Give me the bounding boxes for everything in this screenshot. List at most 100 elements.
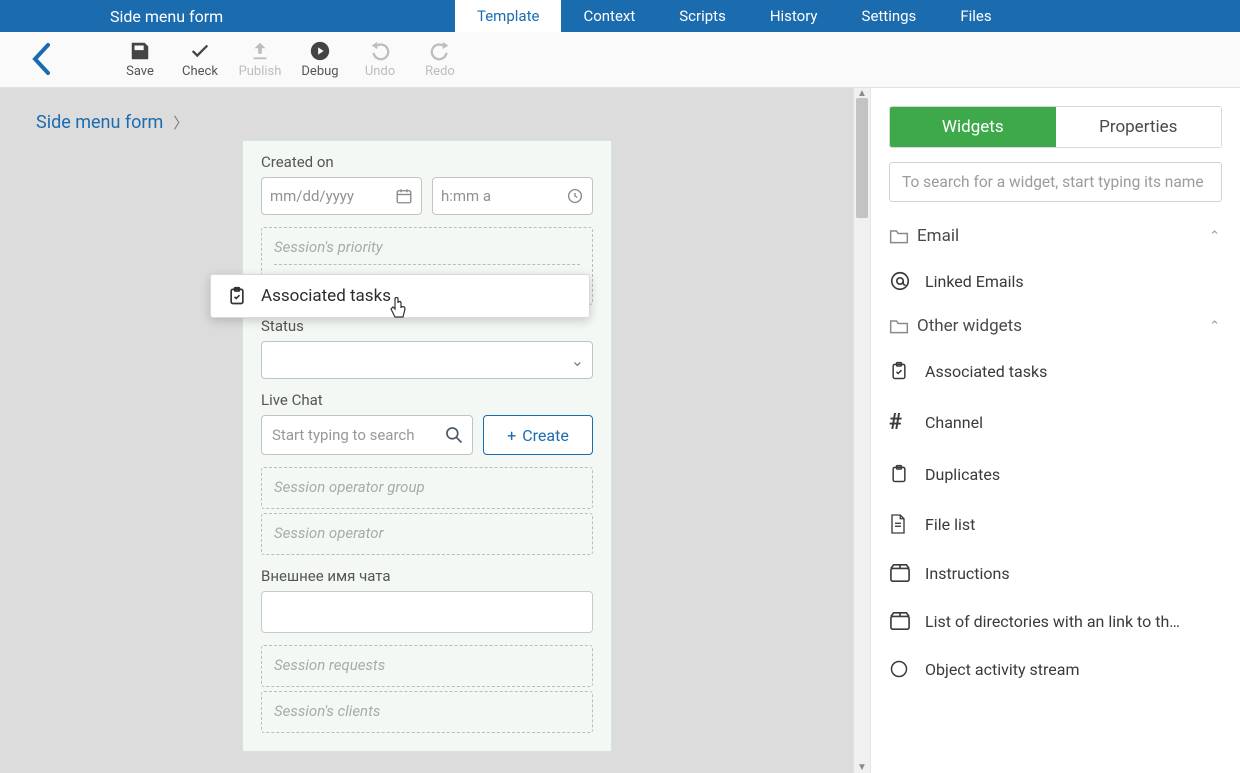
clients-placeholder[interactable]: Session's clients (261, 691, 593, 733)
calendar-icon (395, 187, 413, 205)
tool-label: Undo (365, 64, 395, 79)
date-placeholder: mm/dd/yyyy (270, 187, 354, 205)
at-icon (889, 270, 925, 292)
create-button[interactable]: + Create (483, 415, 593, 455)
generic-icon (889, 659, 925, 679)
redo-icon (429, 40, 451, 62)
canvas-scrollbar[interactable]: ▲ ▼ (853, 88, 870, 773)
group-label: Other widgets (917, 316, 1022, 336)
tool-label: Save (126, 64, 154, 79)
redo-button: Redo (410, 32, 470, 88)
chevron-up-icon: ⌃ (1209, 229, 1220, 244)
widget-directories-link[interactable]: List of directories with an link to th… (871, 597, 1240, 645)
widget-label: Channel (925, 413, 1222, 432)
file-icon (889, 513, 925, 535)
clipboard-icon (227, 285, 247, 307)
check-icon (189, 40, 211, 62)
pointer-cursor-icon (388, 297, 408, 321)
time-placeholder: h:mm a (441, 187, 491, 205)
date-input[interactable]: mm/dd/yyyy (261, 177, 422, 215)
tab-template[interactable]: Template (455, 0, 561, 32)
top-nav: Side menu form Template Context Scripts … (0, 0, 1240, 32)
tab-history[interactable]: History (748, 0, 840, 32)
tool-label: Redo (425, 64, 455, 79)
created-on-label: Created on (261, 153, 593, 171)
play-icon (309, 40, 331, 62)
folder-icon (889, 317, 917, 335)
package-icon (889, 563, 925, 583)
tab-scripts[interactable]: Scripts (657, 0, 748, 32)
toolbar: Save Check Publish Debug Undo Redo (0, 32, 1240, 88)
create-button-label: Create (522, 426, 569, 445)
live-chat-search[interactable]: Start typing to search (261, 415, 473, 455)
tool-label: Publish (239, 64, 282, 79)
clipboard-icon (889, 360, 925, 382)
chevron-left-icon (30, 42, 52, 76)
back-button[interactable] (30, 42, 52, 76)
widget-channel[interactable]: # Channel (871, 396, 1240, 449)
drag-tooltip-label: Associated tasks (261, 286, 391, 306)
widget-duplicates[interactable]: Duplicates (871, 449, 1240, 499)
widget-label: Associated tasks (925, 362, 1222, 381)
operator-group-placeholder[interactable]: Session operator group (261, 467, 593, 509)
status-label: Status (261, 317, 593, 335)
plus-icon: + (507, 426, 516, 445)
chevron-down-icon: ⌄ (571, 351, 584, 370)
status-select[interactable]: ⌄ (261, 341, 593, 379)
tool-label: Check (182, 64, 218, 79)
chevron-up-icon: ⌃ (1209, 319, 1220, 334)
group-other[interactable]: Other widgets ⌃ (871, 306, 1240, 346)
side-tab-properties[interactable]: Properties (1056, 107, 1222, 147)
live-chat-search-placeholder: Start typing to search (272, 426, 415, 444)
time-input[interactable]: h:mm a (432, 177, 593, 215)
ext-name-input[interactable] (261, 591, 593, 633)
canvas: Side menu form 〉 Created on mm/dd/yyyy h… (0, 88, 870, 773)
tab-settings[interactable]: Settings (840, 0, 939, 32)
save-icon (129, 40, 151, 62)
debug-button[interactable]: Debug (290, 32, 350, 88)
side-tabs: Widgets Properties (889, 106, 1222, 148)
priority-placeholder: Session's priority (274, 238, 383, 256)
publish-button: Publish (230, 32, 290, 88)
top-tabs: Template Context Scripts History Setting… (455, 0, 1014, 32)
operator-placeholder[interactable]: Session operator (261, 513, 593, 555)
widget-file-list[interactable]: File list (871, 499, 1240, 549)
breadcrumb-root: Side menu form (36, 112, 163, 133)
ext-name-label: Внешнее имя чата (261, 567, 593, 585)
widget-activity-stream[interactable]: Object activity stream (871, 645, 1240, 693)
widget-associated-tasks[interactable]: Associated tasks (871, 346, 1240, 396)
search-icon (444, 425, 464, 445)
chevron-right-icon: 〉 (173, 112, 188, 133)
upload-icon (249, 40, 271, 62)
form-card: Created on mm/dd/yyyy h:mm a Session's p… (242, 140, 612, 752)
tab-context[interactable]: Context (561, 0, 657, 32)
package-icon (889, 611, 925, 631)
undo-icon (369, 40, 391, 62)
tool-label: Debug (301, 64, 338, 79)
widget-label: Linked Emails (925, 272, 1222, 291)
save-button[interactable]: Save (110, 32, 170, 88)
widget-label: File list (925, 515, 1222, 534)
group-email[interactable]: Email ⌃ (871, 216, 1240, 256)
folder-icon (889, 227, 917, 245)
tab-files[interactable]: Files (938, 0, 1013, 32)
clipboard-icon (889, 463, 925, 485)
widget-label: Object activity stream (925, 660, 1222, 679)
side-tab-widgets[interactable]: Widgets (890, 107, 1056, 147)
widget-search-placeholder: To search for a widget, start typing its… (902, 173, 1204, 191)
side-panel: Widgets Properties To search for a widge… (870, 88, 1240, 773)
widget-linked-emails[interactable]: Linked Emails (871, 256, 1240, 306)
widget-label: Duplicates (925, 465, 1222, 484)
live-chat-label: Live Chat (261, 391, 593, 409)
breadcrumb[interactable]: Side menu form 〉 (0, 88, 870, 133)
requests-placeholder[interactable]: Session requests (261, 645, 593, 687)
clock-icon (566, 187, 584, 205)
undo-button: Undo (350, 32, 410, 88)
widget-instructions[interactable]: Instructions (871, 549, 1240, 597)
page-title: Side menu form (110, 7, 455, 26)
widget-search[interactable]: To search for a widget, start typing its… (889, 162, 1222, 202)
widget-label: List of directories with an link to th… (925, 612, 1222, 631)
check-button[interactable]: Check (170, 32, 230, 88)
hash-icon: # (889, 410, 925, 435)
widget-label: Instructions (925, 564, 1222, 583)
